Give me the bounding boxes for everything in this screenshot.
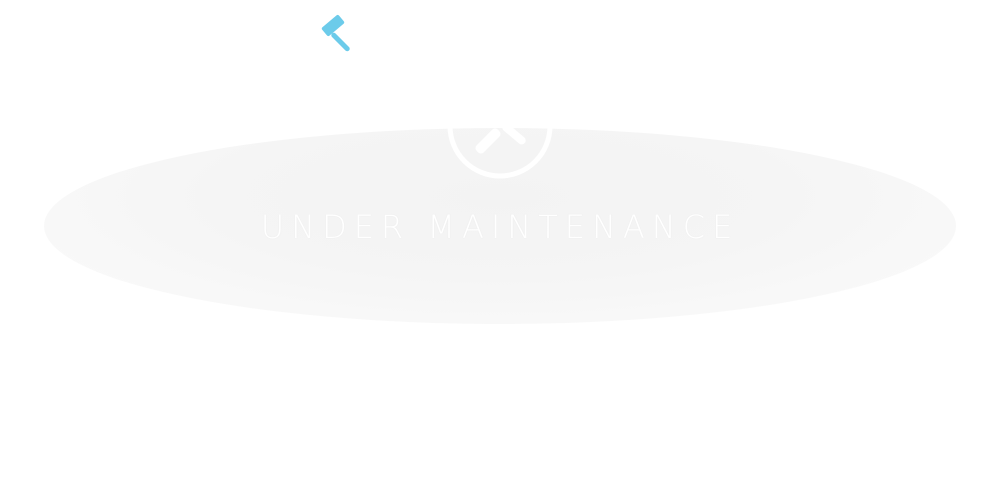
- maintenance-page: UNDER MAINTENANCE: [0, 0, 1000, 500]
- maintenance-title: UNDER MAINTENANCE: [260, 208, 740, 246]
- gavel-icon: [321, 15, 350, 52]
- tools-badge-icon: [447, 92, 553, 179]
